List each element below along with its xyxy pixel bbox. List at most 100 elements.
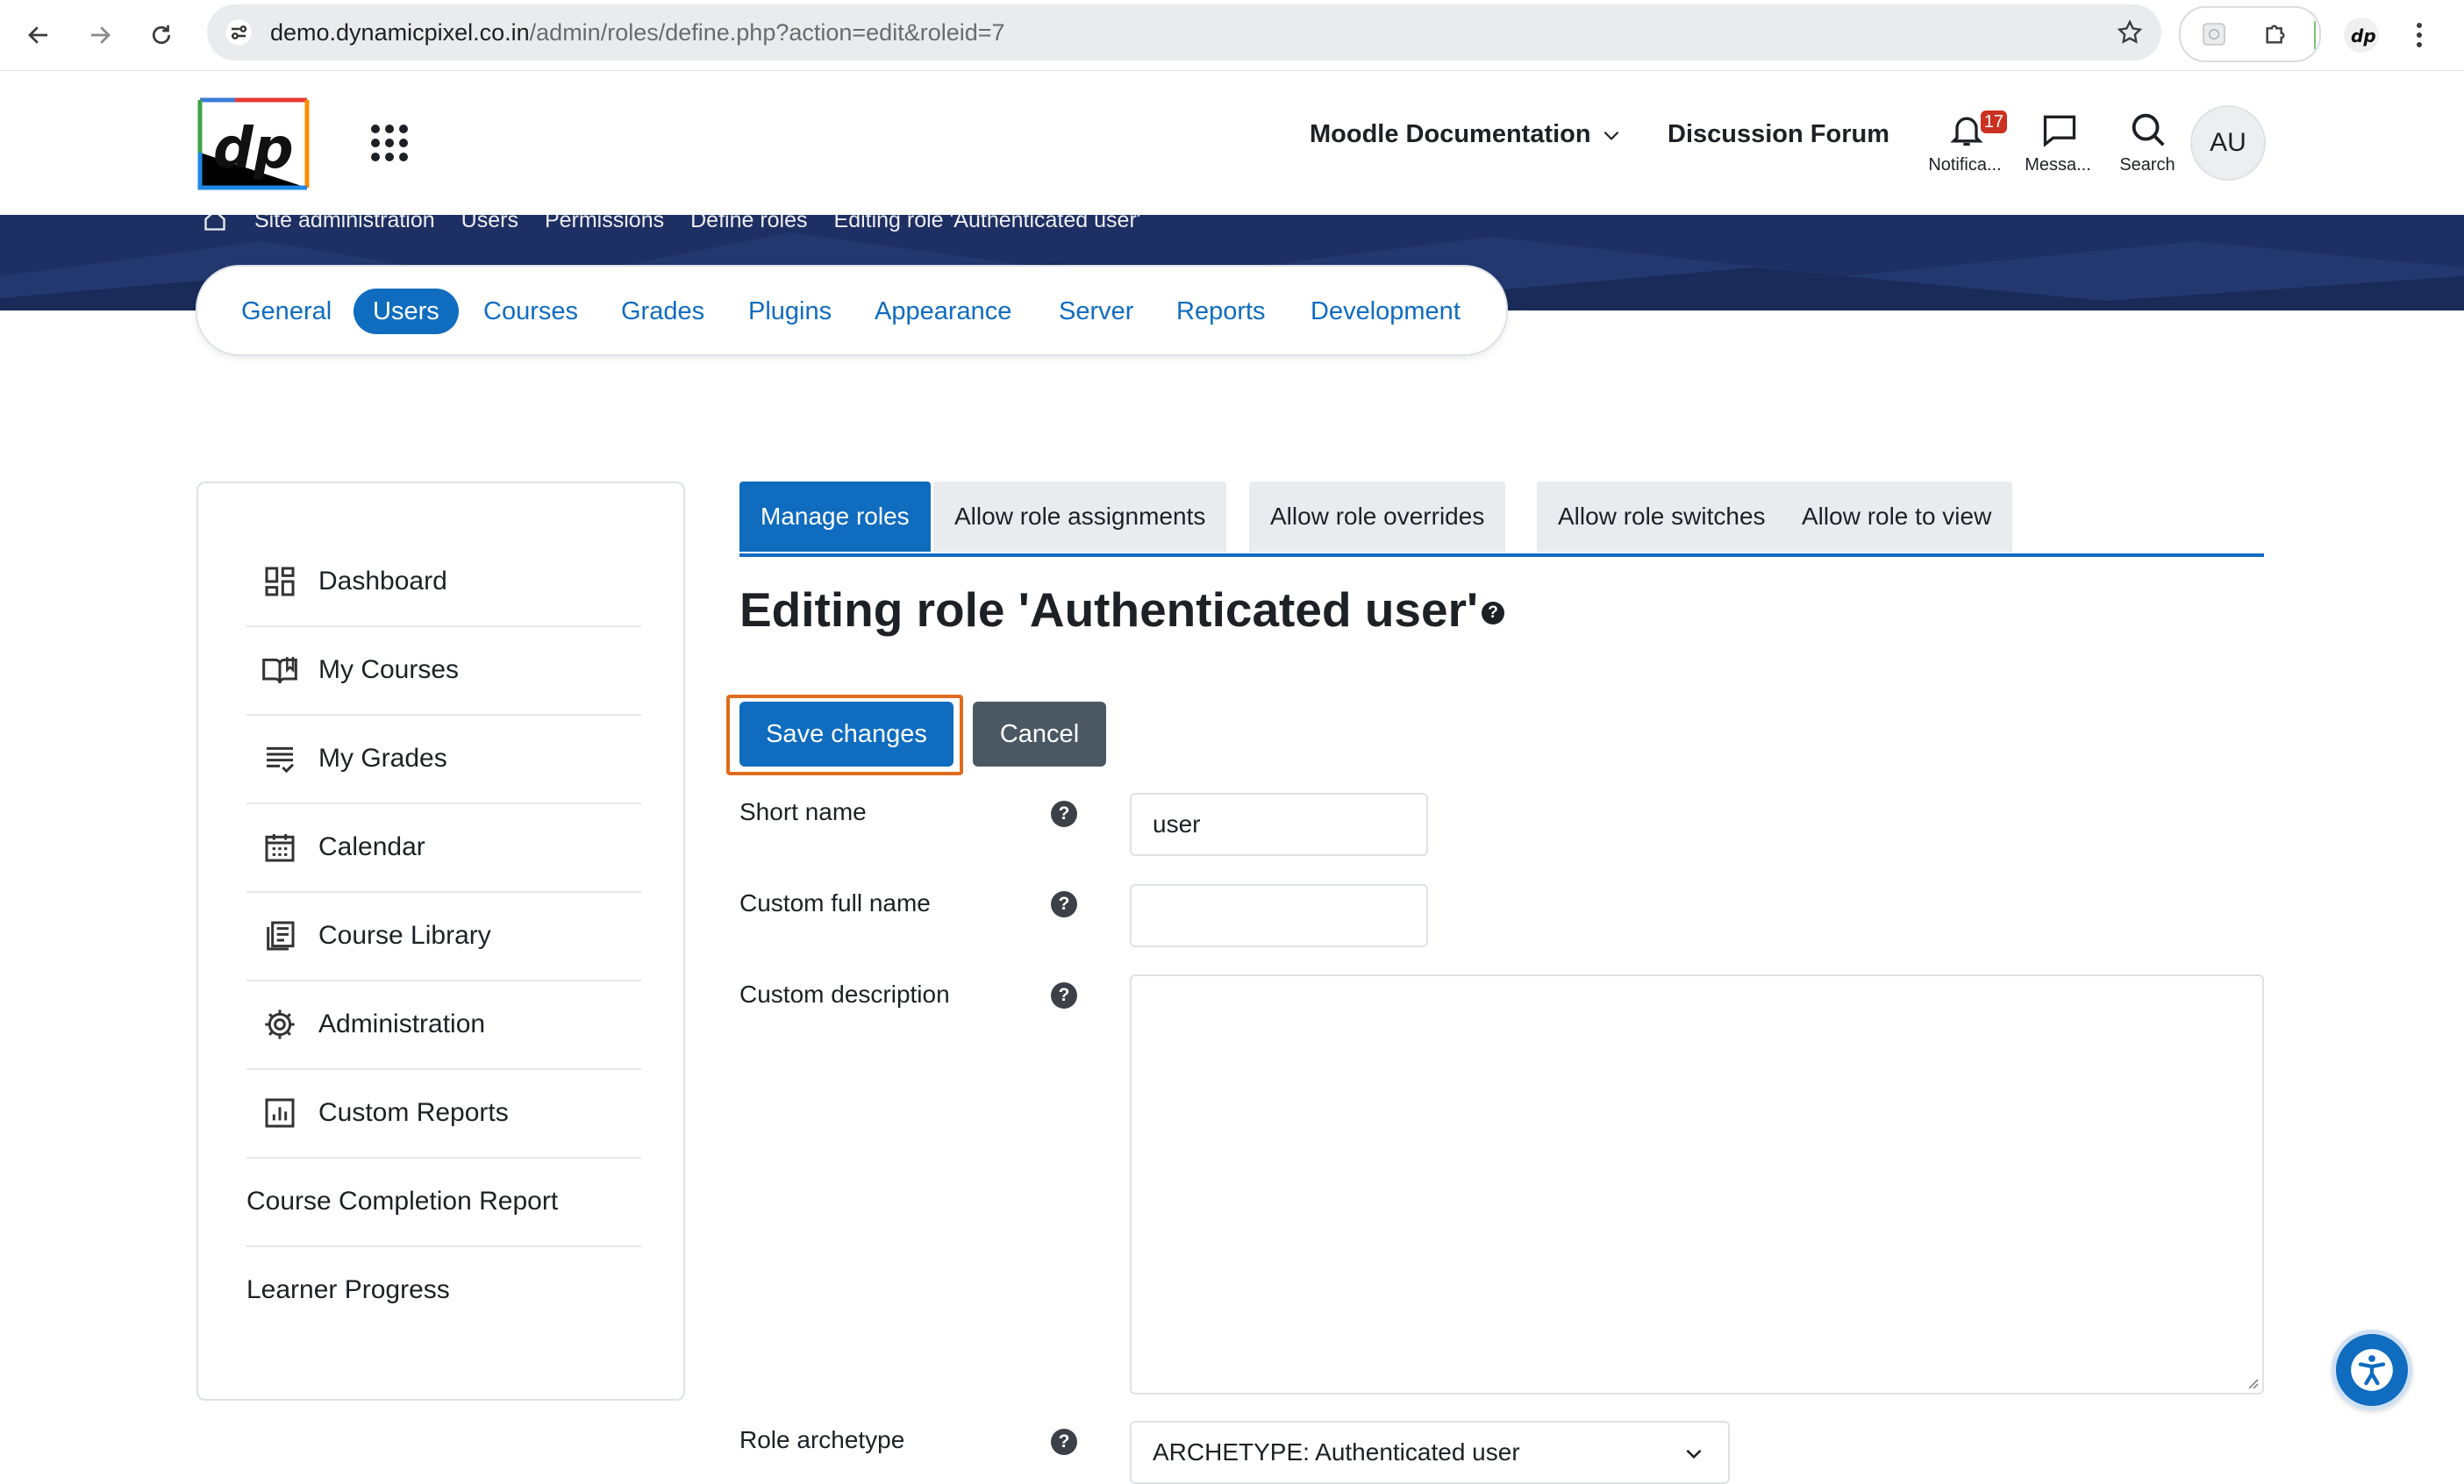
menu-item-label: Learner Progress [246,1275,450,1304]
page-title: Editing role 'Authenticated user'? [739,581,1505,638]
breadcrumb-item[interactable]: Define roles [690,215,807,233]
site-logo[interactable]: dp [197,97,310,190]
reload-button[interactable] [142,16,181,54]
gear-icon [265,1010,295,1039]
user-avatar[interactable]: AU [2190,105,2266,181]
browser-toolbar: demo.dynamicpixel.co.in/admin/roles/defi… [0,0,2464,71]
notifications-label: Notifica... [1928,155,2002,175]
breadcrumb-item[interactable]: Users [461,215,518,233]
menu-item-my-courses[interactable]: My Courses [246,626,641,716]
grid-dots-icon [371,125,408,161]
save-changes-button[interactable]: Save changes [739,702,953,767]
breadcrumb: Site administration Users Permissions De… [202,215,1141,233]
apps-grid-button[interactable] [368,122,411,164]
secnav-item-reports[interactable]: Reports [1157,289,1285,334]
bookmark-star-icon[interactable] [2116,18,2144,46]
help-icon[interactable]: ? [1482,602,1505,625]
accessibility-button[interactable] [2332,1330,2412,1410]
home-icon[interactable] [202,215,228,232]
breadcrumb-item: Editing role 'Authenticated user' [833,215,1141,232]
role-archetype-help-icon[interactable]: ? [1051,1429,1077,1455]
custom-description-label: Custom description [739,981,950,1008]
back-button[interactable] [19,16,58,54]
moodle-docs-menu[interactable]: Moodle Documentation [1310,120,1623,149]
tab-allow-role-overrides[interactable]: Allow role overrides [1249,482,1506,552]
search-button[interactable]: Search [2103,110,2191,180]
secnav-item-users[interactable]: Users [354,289,459,334]
menu-item-dashboard[interactable]: Dashboard [246,538,641,627]
search-icon [2132,113,2165,146]
more-vertical-icon [2417,23,2422,47]
svg-text:dp: dp [213,117,294,182]
message-bubble-icon [2043,115,2076,147]
breadcrumb-item[interactable]: Permissions [545,215,664,233]
bar-chart-icon [265,1098,295,1128]
menu-item-custom-reports[interactable]: Custom Reports [246,1069,641,1159]
secnav-item-general[interactable]: General [222,289,351,334]
secnav-item-courses[interactable]: Courses [464,289,597,334]
profile-logo-icon: dp [2351,25,2376,46]
menu-item-administration[interactable]: Administration [246,981,641,1070]
browser-menu-button[interactable] [2410,19,2428,55]
tab-allow-role-assignments[interactable]: Allow role assignments [933,482,1227,552]
url-host: demo.dynamicpixel.co.in [270,19,530,46]
menu-item-calendar[interactable]: Calendar [246,803,641,893]
role-archetype-select[interactable]: ARCHETYPE: Authenticated user [1130,1421,1730,1484]
secnav-item-server[interactable]: Server [1039,289,1153,334]
role-archetype-label: Role archetype [739,1426,905,1453]
page-title-text: Editing role 'Authenticated user' [739,582,1479,637]
tab-manage-roles[interactable]: Manage roles [739,482,931,552]
menu-item-label: Calendar [318,832,425,861]
cancel-button[interactable]: Cancel [973,702,1106,767]
divider [2314,21,2316,49]
profile-button[interactable]: dp [2344,18,2379,53]
custom-full-name-input[interactable] [1130,884,1428,947]
custom-full-name-label: Custom full name [739,889,931,917]
puzzle-piece-icon[interactable] [2261,20,2289,48]
breadcrumb-item[interactable]: Site administration [254,215,435,233]
url-text: demo.dynamicpixel.co.in/admin/roles/defi… [270,4,1005,61]
menu-item-label: My Grades [318,744,447,773]
role-archetype-value: ARCHETYPE: Authenticated user [1153,1438,1520,1466]
tab-allow-role-to-view[interactable]: Allow role to view [1781,482,2013,552]
menu-item-label: Administration [318,1010,486,1038]
discussion-forum-label: Discussion Forum [1668,120,1889,148]
short-name-input[interactable]: user [1130,793,1428,856]
role-tabs: Manage roles Allow role assignments Allo… [739,482,2264,557]
menu-item-learner-progress[interactable]: Learner Progress [246,1246,641,1334]
custom-full-name-help-icon[interactable]: ? [1051,891,1077,917]
messages-button[interactable]: Messa... [2014,110,2102,180]
moodle-docs-label: Moodle Documentation [1310,120,1591,148]
short-name-label: Short name [739,798,867,825]
notifications-count-badge: 17 [1981,111,2007,133]
address-bar[interactable]: demo.dynamicpixel.co.in/admin/roles/defi… [207,4,2161,61]
extension-app-icon[interactable] [2200,20,2228,48]
tab-allow-role-switches[interactable]: Allow role switches [1537,482,1787,552]
discussion-forum-link[interactable]: Discussion Forum [1668,120,1889,149]
short-name-help-icon[interactable]: ? [1051,801,1077,827]
dashboard-icon [265,567,295,596]
secnav-item-grades[interactable]: Grades [602,289,724,334]
secnav-item-development[interactable]: Development [1291,289,1480,334]
site-settings-icon [225,19,252,46]
secnav-item-appearance[interactable]: Appearance [855,289,1031,334]
resize-handle-icon[interactable] [2245,1375,2259,1389]
search-label: Search [2119,155,2175,175]
svg-text:dp: dp [2351,25,2376,46]
menu-item-course-completion-report[interactable]: Course Completion Report [246,1158,641,1247]
list-check-icon [267,746,295,774]
forward-button[interactable] [81,16,119,54]
chevron-down-icon [1686,1449,1702,1459]
url-path: /admin/roles/define.php?action=edit&role… [529,19,1005,46]
custom-description-help-icon[interactable]: ? [1051,982,1077,1009]
menu-item-label: Custom Reports [318,1098,509,1127]
reload-icon [152,25,171,45]
menu-item-my-grades[interactable]: My Grades [246,715,641,804]
site-navbar: dp Moodle Documentation Discussion Forum… [0,71,2464,215]
menu-item-course-library[interactable]: Course Library [246,892,641,981]
accessibility-icon [2351,1349,2393,1391]
secnav-item-plugins[interactable]: Plugins [729,289,851,334]
open-book-icon [262,657,297,684]
arrow-left-icon [28,26,47,44]
custom-description-textarea[interactable] [1130,974,2264,1395]
